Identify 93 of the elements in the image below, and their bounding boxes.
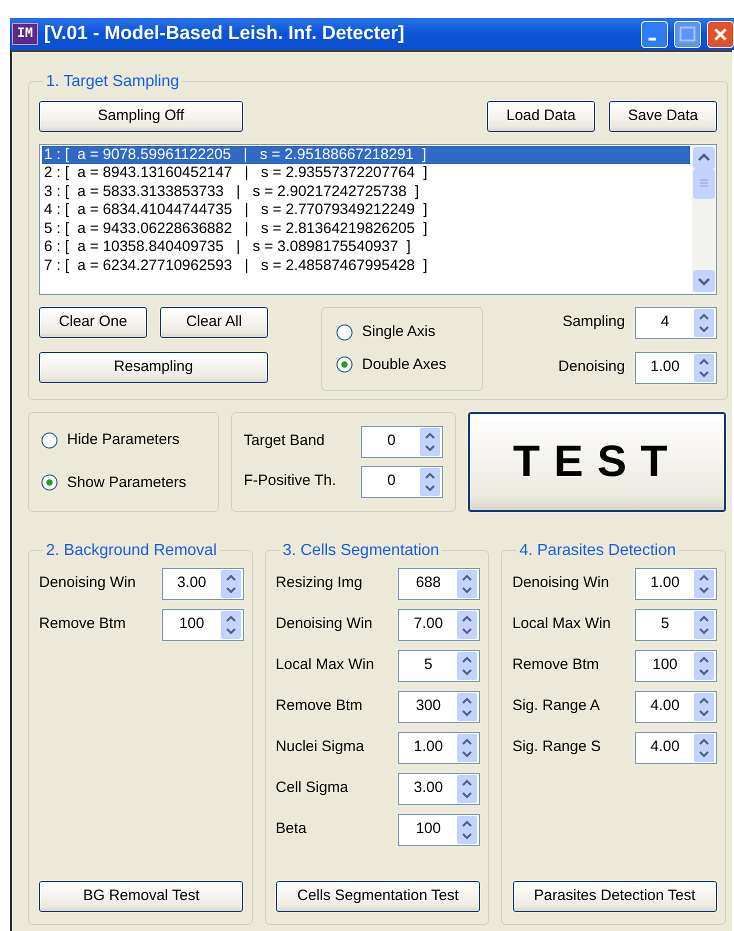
spin-arrows-icon[interactable] <box>694 354 714 382</box>
maximize-button[interactable] <box>674 20 701 48</box>
field-label: Remove Btm <box>512 655 600 676</box>
scroll-thumb[interactable] <box>693 168 715 199</box>
number-field[interactable]: 7.00 <box>398 608 480 641</box>
spin-arrows-icon[interactable] <box>694 570 714 598</box>
radio-selected[interactable] <box>41 474 58 492</box>
field-label: Denoising <box>558 357 625 378</box>
scroll-down-icon[interactable] <box>693 270 715 292</box>
field-label: Denoising Win <box>39 573 136 594</box>
stage-test-button[interactable]: Cells Segmentation Test <box>276 881 480 912</box>
number-field[interactable]: 100 <box>162 608 244 641</box>
number-field[interactable]: 1.00 <box>635 352 717 384</box>
spin-arrows-icon[interactable] <box>694 692 714 721</box>
spin-arrows-icon[interactable] <box>457 734 478 762</box>
group-title: 2. Background Removal <box>45 542 218 560</box>
list-item[interactable]: 4 : [ a = 6834.41044744735 | s = 2.77079349212249 ] <box>42 201 690 220</box>
number-field[interactable]: 1.00 <box>635 568 718 600</box>
number-field[interactable]: 4.00 <box>635 690 718 723</box>
field-label: Sig. Range S <box>512 737 601 758</box>
field-label: Denoising Win <box>276 614 372 634</box>
number-field[interactable]: 688 <box>398 568 480 600</box>
group-title: 4. Parasites Detection <box>518 542 677 560</box>
app-icon: IM <box>12 23 38 45</box>
field-label: Remove Btm <box>39 614 126 634</box>
spin-arrows-icon[interactable] <box>694 652 714 680</box>
list-item[interactable]: 1 : [ a = 9078.59961122205 | s = 2.95188667218291 ] <box>42 146 690 164</box>
spin-arrows-icon[interactable] <box>457 610 478 639</box>
sampling-toggle-button[interactable]: Sampling Off <box>39 100 243 132</box>
spin-arrows-icon[interactable] <box>420 468 440 496</box>
number-field[interactable]: 0 <box>361 426 444 458</box>
list-item[interactable]: 6 : [ a = 10358.840409735 | s = 3.0898175540937 ] <box>42 238 690 257</box>
radio-button[interactable] <box>336 324 353 341</box>
minimize-button[interactable] <box>641 20 668 48</box>
number-field[interactable]: 0 <box>361 466 444 498</box>
save-data-button[interactable]: Save Data <box>609 100 717 132</box>
stage-test-button[interactable]: BG Removal Test <box>39 881 244 912</box>
spin-arrows-icon[interactable] <box>457 692 478 721</box>
close-button[interactable] <box>707 20 734 48</box>
field-label: Sampling <box>562 312 625 332</box>
spin-arrows-icon[interactable] <box>694 734 714 762</box>
radio-button[interactable] <box>41 432 58 449</box>
scroll-up-icon[interactable] <box>693 146 715 169</box>
window-title: [V.01 - Model-Based Leish. Inf. Detecter] <box>44 22 406 46</box>
field-label: Cell Sigma <box>276 778 348 798</box>
spin-arrows-icon[interactable] <box>457 774 478 803</box>
radio-label[interactable]: Single Axis <box>362 321 436 344</box>
number-field[interactable]: 3.00 <box>162 568 244 600</box>
spin-arrows-icon[interactable] <box>420 428 440 456</box>
spin-arrows-icon[interactable] <box>694 308 714 337</box>
resampling-button[interactable]: Resampling <box>39 352 268 383</box>
field-label: Resizing Img <box>276 573 362 594</box>
spin-arrows-icon[interactable] <box>457 816 478 844</box>
number-field[interactable]: 4.00 <box>635 732 718 764</box>
radio-selected[interactable] <box>336 356 353 374</box>
spin-arrows-icon[interactable] <box>220 570 241 598</box>
radio-label[interactable]: Double Axes <box>362 354 446 376</box>
field-label: Denoising Win <box>512 573 610 594</box>
radio-label[interactable]: Hide Parameters <box>67 429 180 452</box>
field-label: Local Max Win <box>276 655 374 676</box>
clear-one-button[interactable]: Clear One <box>39 306 147 338</box>
field-label: Sig. Range A <box>512 696 600 716</box>
radio-label[interactable]: Show Parameters <box>67 472 186 494</box>
clear-all-button[interactable]: Clear All <box>160 306 268 338</box>
number-field[interactable]: 300 <box>398 690 480 723</box>
spin-arrows-icon[interactable] <box>694 610 714 639</box>
field-label: Nuclei Sigma <box>276 737 364 758</box>
number-field[interactable]: 5 <box>398 650 480 682</box>
number-field[interactable]: 5 <box>635 608 718 641</box>
list-item[interactable]: 7 : [ a = 6234.27710962593 | s = 2.48587467995428 ] <box>42 256 690 276</box>
number-field[interactable]: 3.00 <box>398 772 480 805</box>
number-field[interactable]: 100 <box>635 650 718 682</box>
group-title: 1. Target Sampling <box>45 73 180 91</box>
spin-arrows-icon[interactable] <box>457 570 478 598</box>
field-label: F-Positive Th. <box>244 471 336 492</box>
sample-list[interactable] <box>39 144 717 295</box>
test-button[interactable]: TEST <box>468 412 726 512</box>
stage-test-button[interactable]: Parasites Detection Test <box>512 881 717 912</box>
field-label: Remove Btm <box>276 696 362 716</box>
scrollbar[interactable] <box>692 144 716 294</box>
list-item[interactable]: 2 : [ a = 8943.13160452147 | s = 2.93557372207764 ] <box>42 164 690 183</box>
number-field[interactable]: 100 <box>398 814 480 846</box>
number-field[interactable]: 1.00 <box>398 732 480 764</box>
spin-arrows-icon[interactable] <box>220 610 241 639</box>
field-label: Target Band <box>244 431 325 452</box>
field-label: Local Max Win <box>512 614 611 634</box>
group-title: 3. Cells Segmentation <box>282 542 440 560</box>
list-item[interactable]: 5 : [ a = 9433.06228636882 | s = 2.81364219826205 ] <box>42 220 690 238</box>
spin-arrows-icon[interactable] <box>457 652 478 680</box>
field-label: Beta <box>276 819 307 840</box>
load-data-button[interactable]: Load Data <box>487 100 595 132</box>
number-field[interactable]: 4 <box>635 306 717 339</box>
list-item[interactable]: 3 : [ a = 5833.3133853733 | s = 2.90217242725738 ] <box>42 182 690 202</box>
